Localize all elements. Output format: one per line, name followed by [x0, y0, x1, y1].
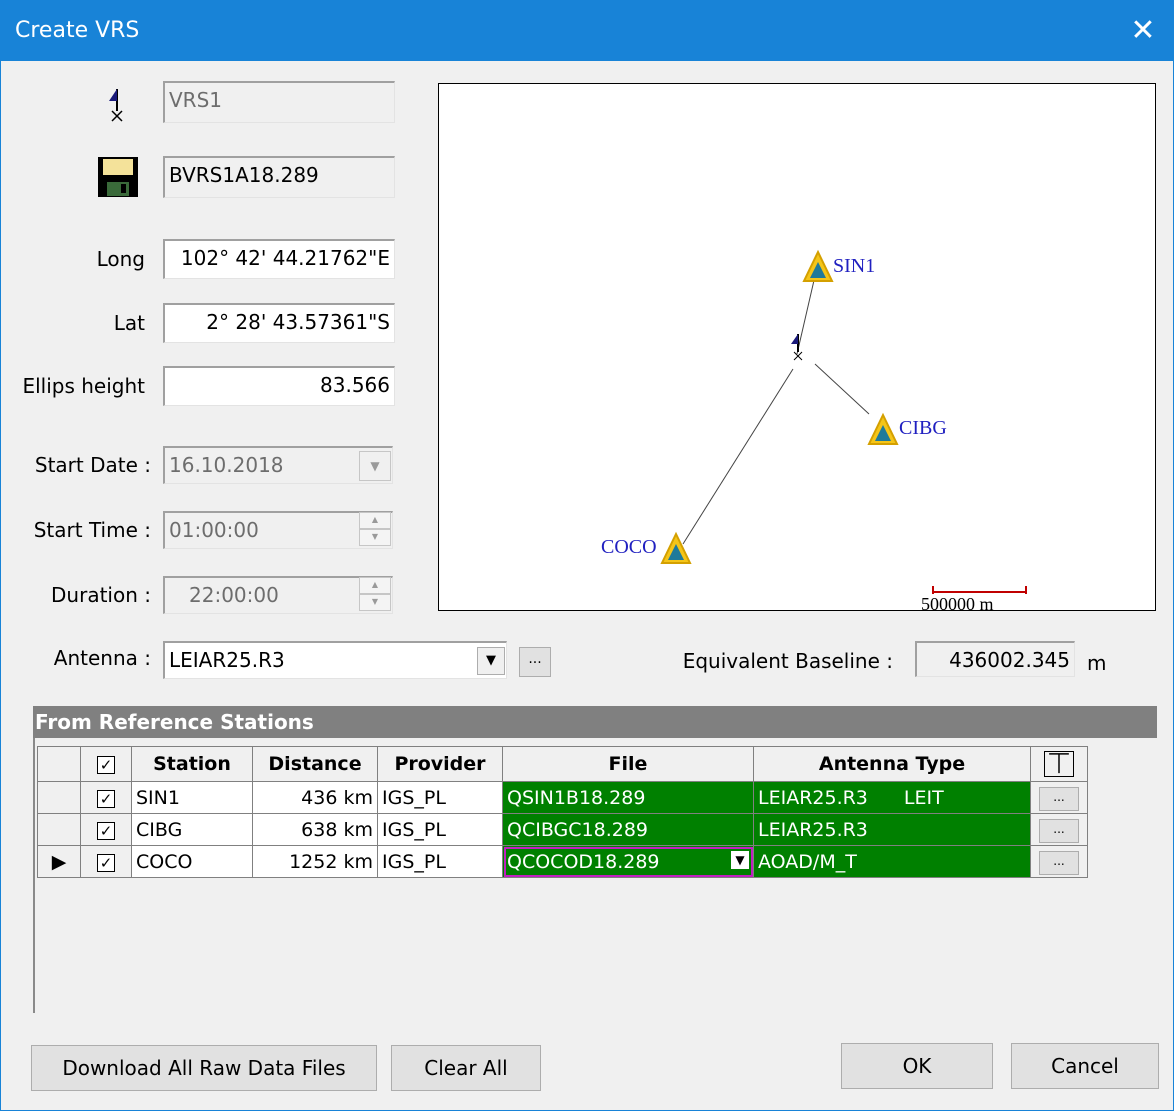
file-cell-editing[interactable]: QCOCOD18.289 ▼ — [502, 845, 754, 878]
station-map: SIN1 CIBG COCO 500000 m — [438, 83, 1156, 611]
row-more-button[interactable]: ... — [1030, 813, 1088, 846]
table-row[interactable]: ▶ ✓ COCO 1252 km IGS_PL QCOCOD18.289 ▼ AO… — [37, 845, 1088, 878]
scale-label: 500000 m — [921, 594, 994, 610]
provider-cell[interactable]: IGS_PL — [377, 781, 503, 814]
clear-all-button[interactable]: Clear All — [391, 1045, 541, 1091]
antenna-dropdown-button[interactable]: ▼ — [477, 647, 505, 675]
baseline-unit-label: m — [1087, 651, 1107, 675]
map-scale-bar: 500000 m — [921, 586, 1027, 610]
table-row[interactable]: ✓ CIBG 638 km IGS_PL QCIBGC18.289 LEIAR2… — [37, 813, 1088, 846]
map-canvas: SIN1 CIBG COCO 500000 m — [601, 249, 1027, 610]
create-vrs-dialog: Create VRS ✕ VRS1 BVRS1A18.289 Long 102°… — [0, 0, 1174, 1111]
row-more-button[interactable]: ... — [1030, 781, 1088, 814]
antenna-column-header[interactable]: ⏉ — [1030, 746, 1088, 782]
title-bar: Create VRS ✕ — [1, 1, 1173, 61]
antenna-type-cell[interactable]: LEIAR25.R3 LEIT — [753, 781, 1031, 814]
column-header-distance[interactable]: Distance — [252, 746, 378, 782]
station-marker-cibg[interactable]: CIBG — [867, 412, 947, 445]
antenna-type-cell[interactable]: LEIAR25.R3 — [753, 813, 1031, 846]
row-checkbox[interactable]: ✓ — [80, 813, 132, 846]
duration-spinner[interactable]: ▲ ▼ — [359, 577, 391, 611]
start-time-spinner[interactable]: ▲ ▼ — [359, 512, 391, 546]
start-date-label: Start Date : — [34, 453, 151, 477]
antenna-radome: LEIT — [903, 786, 944, 809]
vrs-flag-icon — [105, 85, 135, 125]
ok-button[interactable]: OK — [841, 1043, 993, 1089]
antenna-label: Antenna : — [53, 646, 151, 670]
column-header-provider[interactable]: Provider — [377, 746, 503, 782]
duration-label: Duration : — [51, 583, 151, 607]
reference-stations-grid: ✓ Station Distance Provider File Antenna… — [33, 738, 1157, 1013]
column-header-file[interactable]: File — [502, 746, 754, 782]
row-checkbox[interactable]: ✓ — [80, 781, 132, 814]
antenna-browse-button[interactable]: ... — [519, 647, 551, 677]
station-cell[interactable]: COCO — [131, 845, 253, 878]
close-button[interactable]: ✕ — [1113, 1, 1173, 61]
station-label-cibg: CIBG — [899, 417, 947, 439]
station-label-sin1: SIN1 — [833, 255, 875, 277]
distance-cell[interactable]: 1252 km — [252, 845, 378, 878]
equivalent-baseline-label: Equivalent Baseline : — [682, 649, 893, 673]
vrs-name-field[interactable]: VRS1 — [163, 81, 395, 123]
floppy-disk-icon — [97, 156, 139, 198]
station-marker-sin1[interactable]: SIN1 — [802, 249, 875, 282]
provider-cell[interactable]: IGS_PL — [377, 813, 503, 846]
check-icon[interactable]: ✓ — [97, 756, 115, 774]
row-indicator — [37, 813, 81, 846]
column-header-station[interactable]: Station — [131, 746, 253, 782]
station-cell[interactable]: CIBG — [131, 813, 253, 846]
ellips-height-input[interactable]: 83.566 — [163, 366, 395, 406]
equivalent-baseline-field: 436002.345 — [915, 641, 1075, 677]
file-cell[interactable]: QCIBGC18.289 — [502, 813, 754, 846]
provider-cell[interactable]: IGS_PL — [377, 845, 503, 878]
distance-cell[interactable]: 436 km — [252, 781, 378, 814]
station-cell[interactable]: SIN1 — [131, 781, 253, 814]
chevron-down-icon[interactable]: ▼ — [359, 451, 391, 481]
row-indicator-header — [37, 746, 81, 782]
column-header-antenna-type[interactable]: Antenna Type — [753, 746, 1031, 782]
dropdown-arrow-icon[interactable]: ▼ — [731, 851, 749, 869]
lat-label: Lat — [113, 311, 145, 335]
current-row-arrow-icon: ▶ — [37, 845, 81, 878]
start-time-label: Start Time : — [33, 518, 151, 542]
antenna-icon: ⏉ — [1044, 751, 1074, 777]
file-name-field[interactable]: BVRS1A18.289 — [163, 156, 395, 198]
row-more-button[interactable]: ... — [1030, 845, 1088, 878]
row-indicator — [37, 781, 81, 814]
ellips-height-label: Ellips height — [22, 374, 145, 398]
station-marker-coco[interactable]: COCO — [601, 531, 692, 564]
longitude-input[interactable]: 102° 42' 44.21762"E — [163, 239, 395, 279]
table-row[interactable]: ✓ SIN1 436 km IGS_PL QSIN1B18.289 LEIAR2… — [37, 781, 1088, 814]
station-label-coco: COCO — [601, 536, 657, 558]
row-checkbox[interactable]: ✓ — [80, 845, 132, 878]
antenna-type-cell[interactable]: AOAD/M_T — [753, 845, 1031, 878]
cancel-button[interactable]: Cancel — [1011, 1043, 1159, 1089]
long-label: Long — [96, 247, 145, 271]
distance-cell[interactable]: 638 km — [252, 813, 378, 846]
select-all-checkbox[interactable]: ✓ — [80, 746, 132, 782]
reference-stations-table: ✓ Station Distance Provider File Antenna… — [37, 746, 1088, 878]
file-cell[interactable]: QSIN1B18.289 — [502, 781, 754, 814]
download-all-raw-data-button[interactable]: Download All Raw Data Files — [31, 1045, 377, 1091]
antenna-select[interactable]: LEIAR25.R3 — [163, 641, 507, 679]
window-title: Create VRS — [15, 18, 140, 43]
latitude-input[interactable]: 2° 28' 43.57361"S — [163, 303, 395, 343]
table-header-row: ✓ Station Distance Provider File Antenna… — [37, 746, 1088, 782]
reference-stations-header: From Reference Stations — [33, 706, 1157, 738]
